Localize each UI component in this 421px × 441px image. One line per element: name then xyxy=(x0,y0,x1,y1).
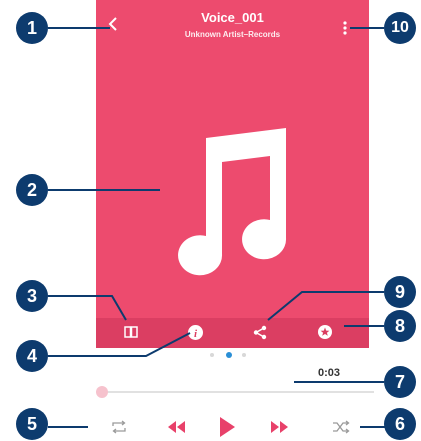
callout-leader-lines xyxy=(48,27,388,428)
callout-2: 2 xyxy=(16,174,48,206)
callout-5: 5 xyxy=(16,408,48,440)
callout-1: 1 xyxy=(16,12,48,44)
callout-6: 6 xyxy=(384,408,416,440)
callout-8: 8 xyxy=(384,310,416,342)
callout-4: 4 xyxy=(16,340,48,372)
callout-3: 3 xyxy=(16,280,48,312)
callout-7: 7 xyxy=(384,366,416,398)
callout-10: 10 xyxy=(384,12,416,44)
callout-9: 9 xyxy=(384,276,416,308)
